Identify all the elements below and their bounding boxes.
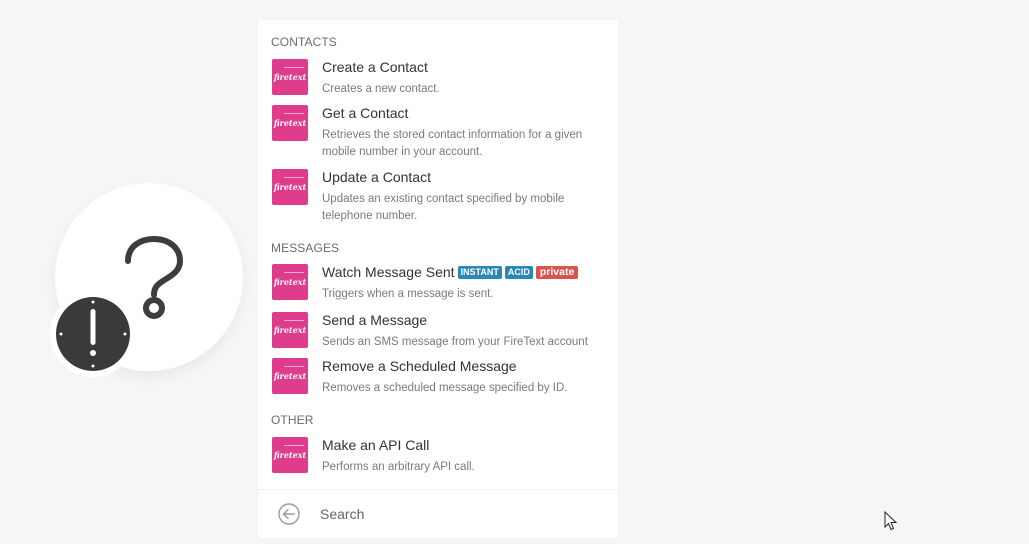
firetext-logo: firetext <box>272 105 308 141</box>
action-description: Sends an SMS message from your FireText … <box>322 336 588 348</box>
firetext-logo: firetext <box>272 312 308 348</box>
action-title: Watch Message Sent INSTANT ACID private <box>322 264 579 280</box>
acid-badge: ACID <box>504 266 533 279</box>
action-title: Update a Contact <box>322 169 431 185</box>
clock-icon[interactable] <box>56 297 130 371</box>
firetext-logo: firetext <box>272 169 308 205</box>
back-arrow-icon[interactable] <box>278 503 300 525</box>
action-description: Creates a new contact. <box>322 83 440 95</box>
action-title-text: Watch Message Sent <box>322 264 455 280</box>
action-picker-panel: CONTACTS firetext Create a Contact Creat… <box>258 20 618 538</box>
action-description: Triggers when a message is sent. <box>322 288 494 300</box>
search-divider <box>258 489 618 490</box>
action-title: Create a Contact <box>322 59 428 75</box>
action-description: Retrieves the stored contact information… <box>322 129 583 158</box>
search-input[interactable] <box>320 504 600 524</box>
private-badge: private <box>535 266 579 279</box>
mouse-cursor-icon <box>884 511 898 531</box>
firetext-logo: firetext <box>272 437 308 473</box>
action-description: Performs an arbitrary API call. <box>322 461 475 473</box>
action-title: Remove a Scheduled Message <box>322 358 517 374</box>
firetext-logo: firetext <box>272 358 308 394</box>
action-description: Updates an existing contact specified by… <box>322 193 565 222</box>
firetext-logo: firetext <box>272 264 308 300</box>
firetext-logo: firetext <box>272 59 308 95</box>
section-title-messages: MESSAGES <box>271 241 340 255</box>
section-title-other: OTHER <box>271 413 314 427</box>
action-title: Send a Message <box>322 312 428 328</box>
action-title: Make an API Call <box>322 437 430 453</box>
section-title-contacts: CONTACTS <box>271 35 337 49</box>
action-description: Removes a scheduled message specified by… <box>322 382 568 394</box>
action-title: Get a Contact <box>322 105 409 121</box>
instant-badge: INSTANT <box>457 266 502 279</box>
